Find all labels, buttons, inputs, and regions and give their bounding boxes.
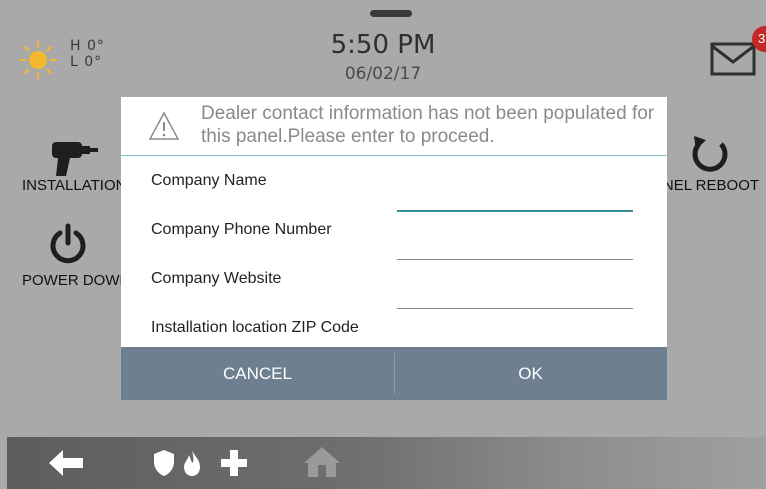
company-phone-label: Company Phone Number bbox=[151, 221, 332, 238]
cancel-button[interactable]: CANCEL bbox=[121, 347, 394, 400]
dialog-header: Dealer contact information has not been … bbox=[121, 97, 667, 156]
company-website-field[interactable] bbox=[397, 288, 633, 309]
company-name-label: Company Name bbox=[151, 172, 267, 189]
company-website-row: Company Website bbox=[121, 270, 667, 318]
company-phone-row: Company Phone Number bbox=[121, 221, 667, 269]
warning-icon bbox=[148, 111, 180, 140]
zip-code-label: Installation location ZIP Code bbox=[151, 319, 359, 336]
company-phone-field[interactable] bbox=[397, 239, 633, 260]
company-name-row: Company Name bbox=[121, 172, 667, 220]
modal-overlay: Dealer contact information has not been … bbox=[0, 0, 766, 489]
company-name-field[interactable] bbox=[397, 190, 633, 212]
dialog-button-bar: CANCEL OK bbox=[121, 347, 667, 400]
ok-button[interactable]: OK bbox=[394, 347, 667, 400]
panel-screen: H 0° L 0° 5:50 PM 06/02/17 3 INSTALLATIO… bbox=[0, 0, 766, 489]
dealer-contact-dialog: Dealer contact information has not been … bbox=[121, 97, 667, 400]
company-website-label: Company Website bbox=[151, 270, 282, 287]
dialog-message: Dealer contact information has not been … bbox=[201, 103, 655, 147]
